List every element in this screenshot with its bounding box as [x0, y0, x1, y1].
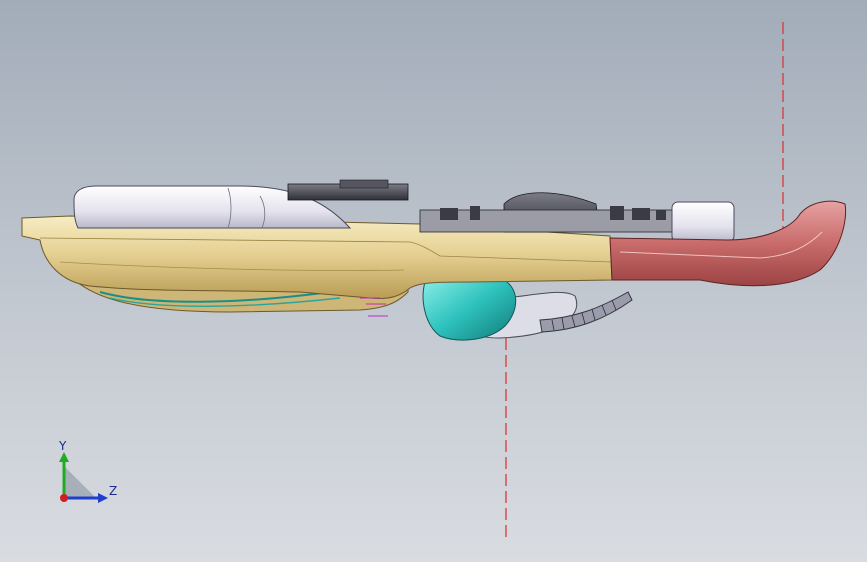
- cad-model[interactable]: [21, 179, 847, 341]
- y-axis-label: Y: [58, 440, 67, 453]
- y-axis-arrow: [59, 452, 69, 462]
- top-connector-cap: [339, 179, 389, 189]
- view-orientation-triad-icon: Y Z: [58, 440, 117, 503]
- x-axis-dot: [60, 494, 68, 502]
- graphics-viewport[interactable]: [0, 0, 867, 562]
- motor-housing[interactable]: [671, 201, 735, 243]
- triad-plane: [64, 466, 96, 498]
- z-axis-arrow: [98, 493, 108, 503]
- z-axis-label: Z: [109, 484, 117, 498]
